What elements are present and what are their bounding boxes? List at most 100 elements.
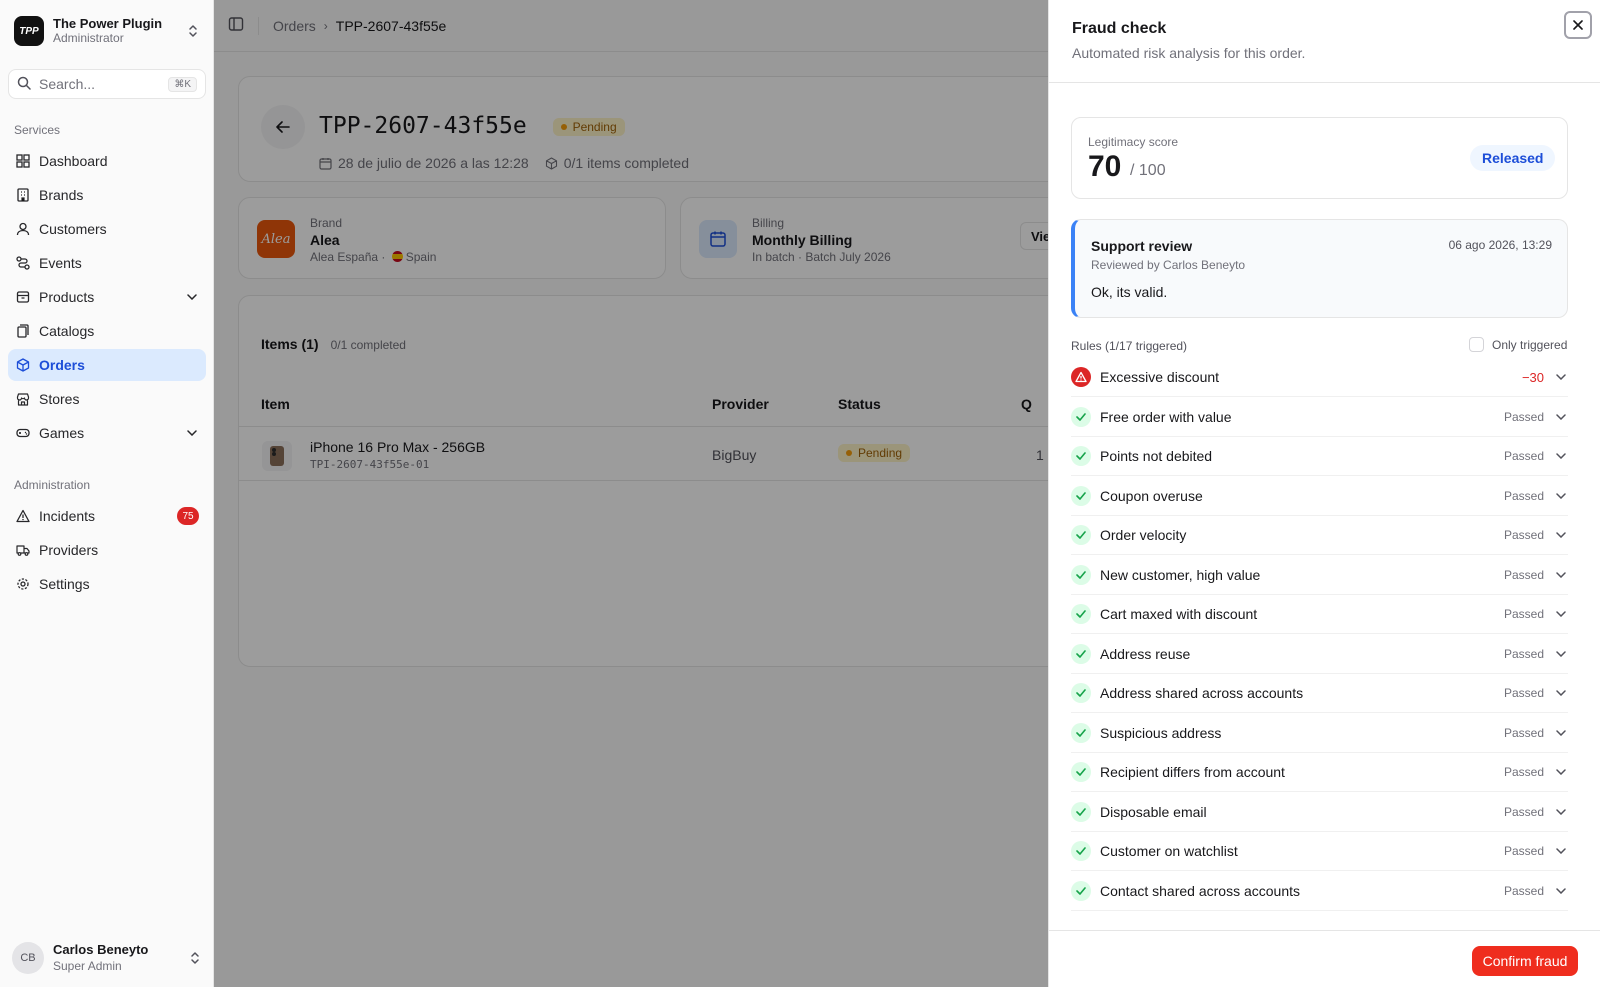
rule-row[interactable]: Order velocity Passed	[1071, 516, 1568, 555]
confirm-fraud-button[interactable]: Confirm fraud	[1472, 946, 1578, 976]
chevron-down-icon[interactable]	[1554, 765, 1568, 779]
rule-row[interactable]: Cart maxed with discount Passed	[1071, 595, 1568, 634]
search-input[interactable]: Search... ⌘K	[8, 69, 206, 99]
support-review-card: Support review Reviewed by Carlos Beneyt…	[1071, 219, 1568, 318]
review-title: Support review	[1091, 238, 1193, 254]
rule-row[interactable]: Recipient differs from account Passed	[1071, 753, 1568, 792]
check-icon	[1071, 643, 1091, 664]
chevron-down-icon[interactable]	[1554, 884, 1568, 898]
chevron-down-icon[interactable]	[1554, 489, 1568, 503]
review-text: Ok, its valid.	[1091, 284, 1168, 300]
check-icon	[1071, 880, 1091, 901]
services-section-label: Services	[14, 123, 61, 137]
rule-row[interactable]: New customer, high value Passed	[1071, 556, 1568, 595]
rule-row[interactable]: Points not debited Passed	[1071, 437, 1568, 476]
only-triggered-label: Only triggered	[1492, 337, 1568, 352]
close-icon	[1573, 20, 1583, 30]
check-icon	[1071, 525, 1091, 545]
check-icon	[1071, 604, 1091, 624]
rule-name: Address shared across accounts	[1100, 685, 1304, 701]
rule-status: Passed	[1503, 765, 1544, 779]
chevron-down-icon[interactable]	[1554, 410, 1568, 424]
sidebar-item-games[interactable]: Games	[8, 417, 206, 449]
rule-row[interactable]: Contact shared across accounts Passed	[1071, 872, 1568, 911]
sidebar-item-label: Customers	[39, 221, 107, 237]
sidebar-item-dashboard[interactable]: Dashboard	[8, 145, 206, 177]
sidebar-item-products[interactable]: Products	[8, 281, 206, 313]
rule-status: Passed	[1503, 804, 1544, 819]
check-icon	[1071, 722, 1091, 743]
rule-status: Passed	[1503, 488, 1544, 503]
rules-label: Rules (1/17 triggered)	[1071, 339, 1188, 353]
rule-name: Address reuse	[1100, 645, 1191, 662]
check-icon	[1071, 406, 1091, 427]
sidebar-item-providers[interactable]: Providers	[8, 534, 206, 566]
user-icon	[15, 221, 31, 237]
incidents-count-badge: 75	[177, 507, 199, 525]
user-role: Super Admin	[53, 959, 122, 973]
chevron-down-icon[interactable]	[1554, 370, 1568, 384]
sidebar-item-stores[interactable]: Stores	[8, 383, 206, 415]
warning-icon	[1071, 367, 1091, 387]
gamepad-icon	[15, 425, 31, 441]
sidebar-item-brands[interactable]: Brands	[8, 179, 206, 211]
rule-status: Passed	[1503, 528, 1544, 542]
score-value: 70	[1088, 150, 1122, 183]
sidebar-item-settings[interactable]: Settings	[8, 568, 206, 600]
sidebar-item-orders[interactable]: Orders	[8, 349, 206, 381]
chevron-down-icon[interactable]	[1554, 449, 1568, 463]
org-name: The Power Plugin	[53, 16, 163, 31]
chevron-down-icon[interactable]	[1554, 844, 1568, 858]
grid-icon	[15, 153, 31, 169]
sidebar-item-label: Providers	[39, 542, 99, 558]
rule-name: Cart maxed with discount	[1100, 606, 1258, 622]
decision-badge: Released	[1470, 145, 1556, 171]
user-name: Carlos Beneyto	[53, 942, 149, 957]
rule-row[interactable]: Suspicious address Passed	[1071, 714, 1568, 753]
chevron-down-icon[interactable]	[1554, 647, 1568, 661]
rule-name: Excessive discount	[1100, 369, 1220, 385]
chevron-down-icon	[185, 426, 199, 440]
rule-status: Passed	[1503, 646, 1544, 661]
only-triggered-checkbox[interactable]	[1469, 337, 1484, 352]
rule-row[interactable]: Excessive discount −30	[1071, 358, 1568, 397]
check-icon	[1071, 841, 1091, 861]
check-icon	[1071, 564, 1091, 585]
chevrons-up-down-icon	[186, 22, 200, 40]
chevron-down-icon[interactable]	[1554, 607, 1568, 621]
org-switcher[interactable]: TPP The Power Plugin Administrator	[14, 14, 200, 48]
sidebar-item-label: Products	[39, 289, 95, 305]
rule-row[interactable]: Address shared across accounts Passed	[1071, 674, 1568, 713]
rule-status: −30	[1521, 369, 1544, 385]
check-icon	[1071, 485, 1091, 506]
chevron-down-icon[interactable]	[1554, 726, 1568, 740]
box-icon	[15, 289, 31, 305]
sidebar-item-events[interactable]: Events	[8, 247, 206, 279]
chevron-down-icon[interactable]	[1554, 805, 1568, 819]
rule-row[interactable]: Coupon overuse Passed	[1071, 477, 1568, 516]
rule-row[interactable]: Disposable email Passed	[1071, 793, 1568, 832]
sidebar-item-customers[interactable]: Customers	[8, 213, 206, 245]
user-menu[interactable]: CB Carlos Beneyto Super Admin	[12, 940, 202, 976]
check-icon	[1071, 683, 1091, 703]
chevron-down-icon[interactable]	[1554, 686, 1568, 700]
rule-name: Contact shared across accounts	[1100, 882, 1300, 899]
chevron-down-icon[interactable]	[1554, 568, 1568, 582]
sidebar-item-label: Dashboard	[39, 153, 108, 169]
chevron-down-icon[interactable]	[1554, 528, 1568, 542]
sidebar-item-label: Incidents	[39, 508, 96, 524]
check-icon	[1071, 801, 1091, 822]
legitimacy-score-card: Legitimacy score 70 / 100 Released	[1071, 117, 1568, 199]
sidebar-item-catalogs[interactable]: Catalogs	[8, 315, 206, 347]
rule-row[interactable]: Free order with value Passed	[1071, 398, 1568, 437]
avatar: CB	[12, 942, 44, 974]
sidebar-item-label: Orders	[39, 357, 85, 373]
rule-name: Suspicious address	[1100, 724, 1222, 741]
only-triggered-toggle[interactable]: Only triggered	[1469, 337, 1567, 352]
sidebar-item-incidents[interactable]: Incidents 75	[8, 500, 206, 532]
rule-row[interactable]: Address reuse Passed	[1071, 635, 1568, 674]
rule-row[interactable]: Customer on watchlist Passed	[1071, 832, 1568, 871]
review-date: 06 ago 2026, 13:29	[1448, 238, 1552, 252]
rule-name: Order velocity	[1100, 527, 1187, 543]
close-button[interactable]	[1564, 11, 1592, 39]
